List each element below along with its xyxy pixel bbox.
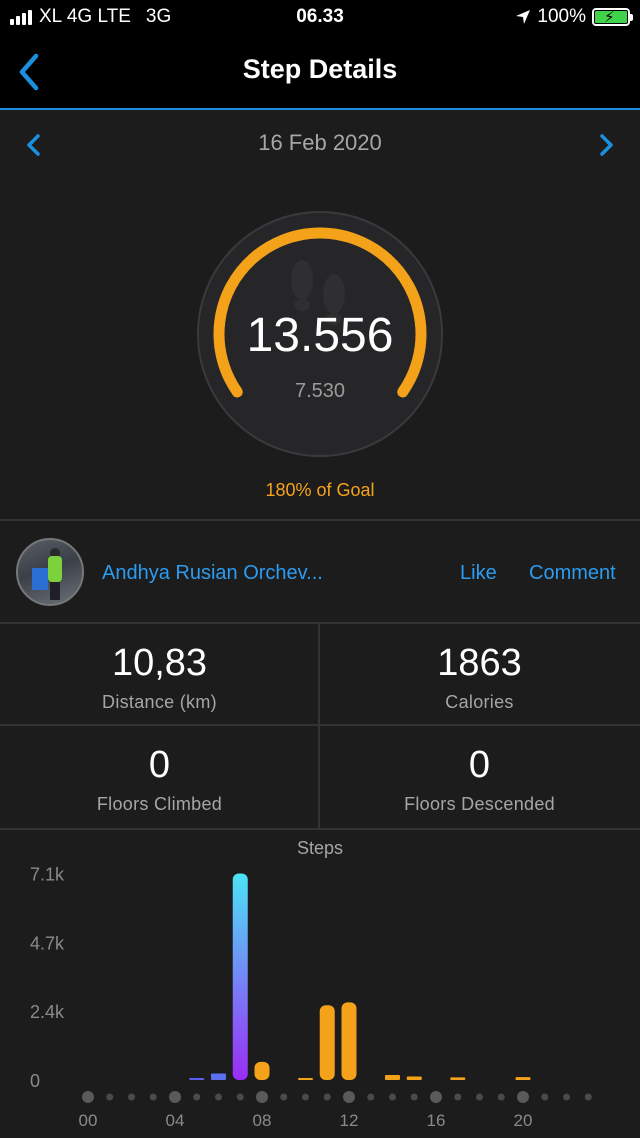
- y-tick-label: 0: [30, 1071, 40, 1091]
- nav-bar: Step Details: [0, 36, 640, 110]
- stat-calories: 1863 Calories: [320, 624, 639, 726]
- chart-bar: [515, 1077, 531, 1080]
- y-tick-label: 4.7k: [30, 933, 65, 953]
- hour-dot: [517, 1091, 529, 1103]
- vertical-divider: [318, 624, 320, 828]
- chart-bar: [406, 1076, 422, 1080]
- social-row: Andhya Rusian Orchev... Like Comment: [0, 522, 640, 622]
- hour-dot: [82, 1091, 94, 1103]
- y-tick-label: 7.1k: [30, 864, 65, 884]
- hour-dot: [541, 1093, 549, 1101]
- chart-bar: [189, 1078, 205, 1080]
- hour-dot: [476, 1093, 483, 1101]
- hour-dot: [454, 1093, 462, 1101]
- steps-chart: Steps 0 2.4k 4.7k 7.1k 00 04 08 12 16 20: [0, 830, 640, 1138]
- hour-dot: [410, 1093, 418, 1101]
- hour-dot: [106, 1093, 114, 1101]
- hour-dot: [193, 1093, 201, 1101]
- stat-label: Floors Descended: [404, 794, 555, 814]
- chevron-right-icon: [600, 134, 613, 156]
- stat-distance: 10,83 Distance (km): [0, 624, 319, 726]
- goal-percentage: 180% of Goal: [265, 480, 375, 500]
- chart-bar: [450, 1077, 466, 1080]
- location-arrow-icon: [516, 10, 531, 24]
- x-tick-label: 00: [79, 1111, 98, 1130]
- chart-bar: [298, 1078, 313, 1080]
- x-tick-label: 20: [514, 1111, 533, 1130]
- hour-dot: [302, 1093, 309, 1101]
- hour-dot: [280, 1093, 288, 1101]
- stat-value: 0: [148, 744, 171, 786]
- stat-floors-descended: 0 Floors Descended: [320, 726, 639, 828]
- steps-progress-ring: 13.556 7.530: [196, 210, 444, 458]
- chart-bar: [254, 1061, 270, 1080]
- stat-label: Floors Climbed: [96, 794, 223, 814]
- stat-label: Distance (km): [102, 692, 217, 712]
- stat-value: 0: [468, 744, 491, 786]
- hour-dot: [497, 1093, 505, 1101]
- battery-percent: 100%: [537, 6, 586, 27]
- battery-icon: ⚡: [592, 8, 633, 26]
- hour-dot: [215, 1093, 222, 1101]
- x-tick-label: 12: [340, 1111, 359, 1130]
- hour-dot: [430, 1091, 442, 1103]
- hour-dot: [236, 1093, 244, 1101]
- chart-bar: [232, 873, 248, 1080]
- stat-floors-climbed: 0 Floors Climbed: [0, 726, 319, 828]
- status-bar: XL 4G LTE 3G 06.33 100% ⚡: [0, 0, 640, 36]
- hour-dot: [367, 1093, 375, 1101]
- stat-value: 10,83: [111, 642, 208, 684]
- x-tick-label: 08: [253, 1111, 272, 1130]
- divider: [0, 519, 640, 521]
- date-navigator: 16 Feb 2020: [0, 110, 640, 178]
- user-name-link[interactable]: Andhya Rusian Orchev...: [102, 562, 323, 585]
- avatar[interactable]: [16, 538, 84, 606]
- hour-dot: [149, 1093, 157, 1101]
- hour-dot: [389, 1093, 396, 1101]
- chart-bar: [341, 1002, 357, 1080]
- chart-bar: [319, 1005, 335, 1080]
- hour-dot: [584, 1093, 592, 1101]
- hour-dot: [323, 1093, 331, 1101]
- hour-dot: [343, 1091, 355, 1103]
- comment-button[interactable]: Comment: [529, 562, 616, 585]
- steps-goal: 7.530: [294, 380, 346, 402]
- date-label: 16 Feb 2020: [258, 130, 382, 155]
- steps-count: 13.556: [246, 309, 394, 362]
- hour-dot: [169, 1091, 181, 1103]
- hour-dot: [128, 1093, 135, 1101]
- like-button[interactable]: Like: [460, 562, 497, 585]
- stat-value: 1863: [437, 642, 522, 684]
- y-tick-label: 2.4k: [30, 1002, 65, 1022]
- steps-chart-svg: 0 2.4k 4.7k 7.1k 00 04 08 12 16 20: [30, 864, 592, 1130]
- chart-title: Steps: [296, 838, 344, 858]
- stat-label: Calories: [445, 692, 514, 712]
- hour-dot: [256, 1091, 268, 1103]
- next-day-button[interactable]: [592, 130, 620, 160]
- page-title: Step Details: [242, 54, 398, 84]
- x-tick-label: 04: [166, 1111, 185, 1130]
- hour-dot: [563, 1093, 570, 1101]
- chart-bar: [385, 1075, 400, 1080]
- status-right: 100% ⚡: [515, 6, 633, 28]
- chart-bar: [211, 1073, 226, 1080]
- x-tick-label: 16: [427, 1111, 446, 1130]
